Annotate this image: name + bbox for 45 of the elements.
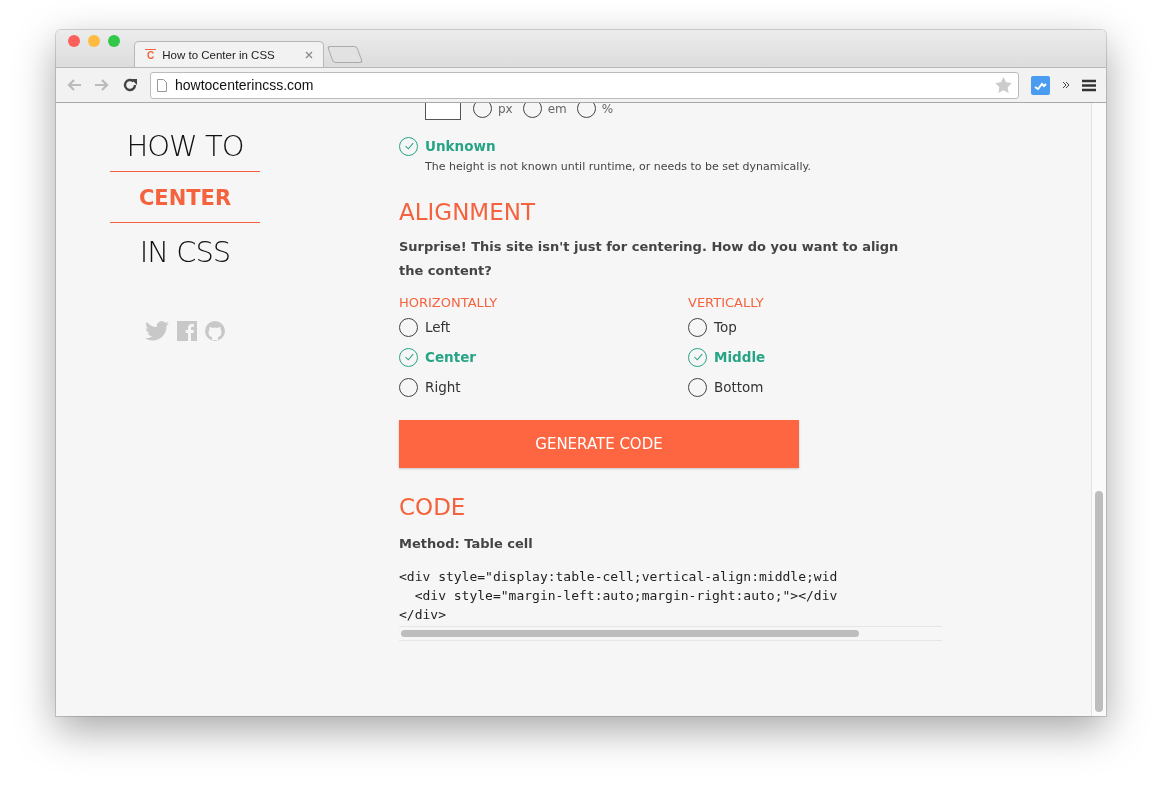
- f-logo-icon[interactable]: [177, 321, 197, 341]
- group-heading: VERTICALLY: [688, 295, 765, 310]
- unit-label: px: [498, 103, 513, 116]
- back-icon[interactable]: [66, 78, 82, 92]
- intro-text: Surprise! This site isn't just for centering. How do you want to align the content?: [399, 238, 900, 280]
- horizontal-scrollbar[interactable]: [399, 626, 942, 641]
- code-line: </div>: [399, 606, 447, 624]
- chevron-icon[interactable]: [1062, 81, 1070, 89]
- method-text: Method: Table cell: [399, 536, 534, 551]
- section-heading: CODE: [399, 494, 467, 520]
- unit-label: %: [601, 103, 614, 116]
- bird-icon[interactable]: [145, 321, 169, 341]
- vertical-scrollbar[interactable]: [1091, 103, 1106, 716]
- group-heading: HORIZONTALLY: [399, 295, 499, 310]
- logo-text: IN CSS: [138, 234, 232, 269]
- option-label: Right: [425, 379, 461, 395]
- address-bar[interactable]: howtocenterincss.com: [150, 71, 1019, 99]
- option-label: Top: [714, 319, 737, 335]
- logo-text: HOW TO: [110, 129, 260, 172]
- option-description: The height is not known until runtime, or needs to be set dynamically.: [424, 160, 812, 173]
- star-icon[interactable]: [995, 77, 1012, 93]
- reload-icon[interactable]: [122, 77, 138, 93]
- logo-text: CENTER: [110, 172, 260, 223]
- close-window-button[interactable]: [68, 35, 80, 47]
- browser-tab[interactable]: C How to Center in CSS: [134, 41, 324, 67]
- zoom-window-button[interactable]: [108, 35, 120, 47]
- option-label: Center: [425, 349, 476, 365]
- minimize-window-button[interactable]: [88, 35, 100, 47]
- page-icon: [157, 78, 167, 92]
- cat-logo-icon[interactable]: [205, 321, 225, 341]
- new-tab-button[interactable]: [326, 46, 364, 63]
- option-label: Bottom: [714, 379, 764, 395]
- input-field[interactable]: [425, 103, 461, 120]
- unit-label: em: [547, 103, 567, 116]
- menu-icon[interactable]: [1082, 78, 1096, 92]
- code-line: <div style="margin-left:auto;margin-right:auto;"></div: [413, 587, 839, 605]
- close-icon[interactable]: [305, 50, 313, 59]
- code-line: <div style="display:table-cell;vertical-align:middle;wid: [399, 568, 839, 586]
- option-label: Middle: [714, 349, 766, 365]
- option-label: Left: [425, 319, 451, 335]
- extension-icon[interactable]: [1031, 75, 1050, 95]
- forward-icon[interactable]: [94, 78, 110, 92]
- section-heading: ALIGNMENT: [399, 199, 536, 225]
- option-label: Unknown: [425, 138, 496, 154]
- tab-title: How to Center in CSS: [162, 48, 275, 61]
